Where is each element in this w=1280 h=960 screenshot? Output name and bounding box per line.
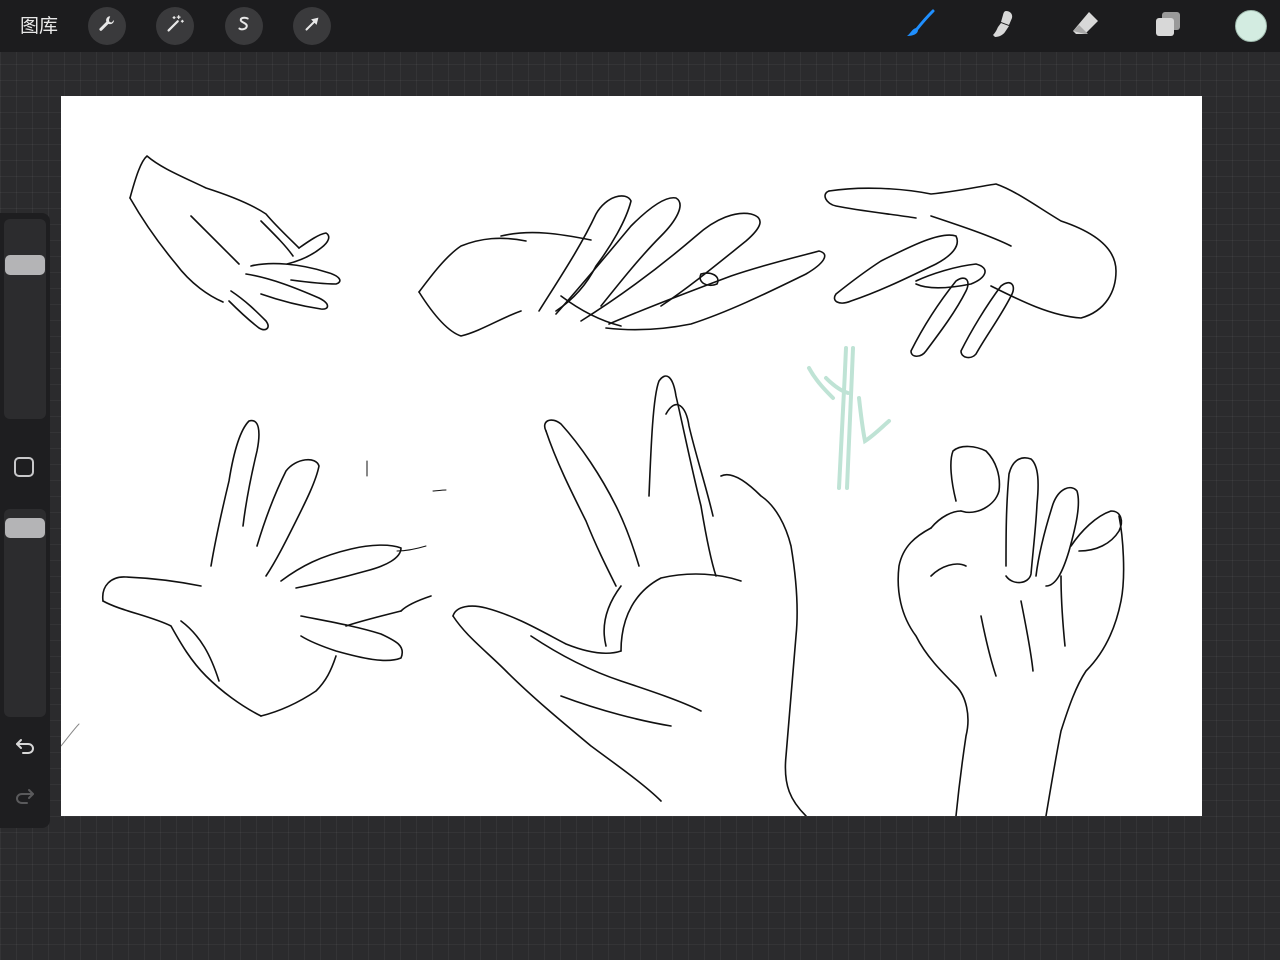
arrow-cursor-icon xyxy=(301,13,323,39)
brush-icon xyxy=(904,8,936,44)
selection-button[interactable] xyxy=(225,7,263,45)
sketch-hand-3 xyxy=(824,183,1117,359)
eraser-button[interactable] xyxy=(1068,8,1104,44)
actions-button[interactable] xyxy=(88,7,126,45)
top-toolbar: 图库 xyxy=(0,0,1280,52)
adjustments-button[interactable] xyxy=(156,7,194,45)
opacity-handle[interactable] xyxy=(5,518,45,539)
wrench-icon xyxy=(96,13,118,39)
smudge-finger-icon xyxy=(987,8,1019,44)
layers-icon xyxy=(1152,8,1184,44)
gallery-button[interactable]: 图库 xyxy=(20,12,58,40)
mint-color-strokes xyxy=(807,346,891,490)
color-picker-button[interactable] xyxy=(1235,10,1267,42)
eraser-icon xyxy=(1070,8,1102,44)
smudge-button[interactable] xyxy=(985,8,1021,44)
opacity-slider[interactable] xyxy=(4,509,46,717)
sketch-hand-5 xyxy=(452,375,807,816)
sketch-hand-2 xyxy=(418,195,826,337)
undo-button[interactable] xyxy=(12,734,38,760)
sketch-hand-4 xyxy=(101,419,432,717)
drawing-canvas[interactable] xyxy=(61,96,1202,816)
redo-icon xyxy=(13,783,37,811)
hand-sketches-artwork xyxy=(61,155,1125,816)
magic-wand-icon xyxy=(164,13,186,39)
brush-size-handle[interactable] xyxy=(5,255,45,275)
sketch-hand-6 xyxy=(897,445,1125,816)
sketch-hand-1 xyxy=(129,155,341,331)
transform-button[interactable] xyxy=(293,7,331,45)
left-sidebar xyxy=(0,213,50,828)
layers-button[interactable] xyxy=(1150,8,1186,44)
redo-button[interactable] xyxy=(12,784,38,810)
selection-s-icon xyxy=(233,13,255,39)
brush-size-slider[interactable] xyxy=(4,219,46,419)
brush-button[interactable] xyxy=(902,8,938,44)
undo-icon xyxy=(13,733,37,761)
modify-button[interactable] xyxy=(14,457,34,477)
